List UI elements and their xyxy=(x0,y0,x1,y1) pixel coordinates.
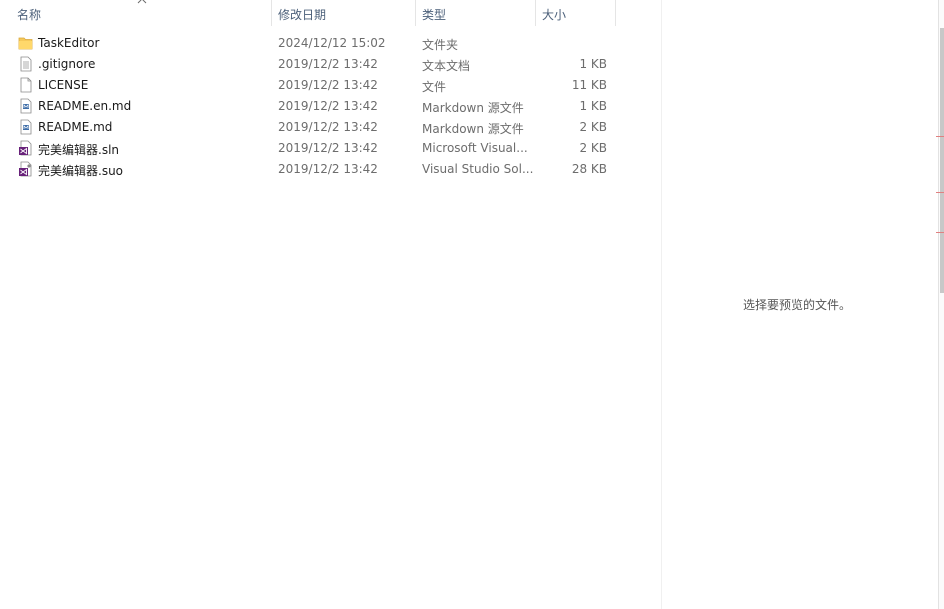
markdown-file-icon xyxy=(20,119,32,135)
file-modified: 2019/12/2 13:42 xyxy=(278,120,378,134)
file-size: 28 KB xyxy=(571,162,607,176)
file-size: 11 KB xyxy=(571,78,607,92)
file-modified: 2019/12/2 13:42 xyxy=(278,141,378,155)
file-name: .gitignore xyxy=(38,57,96,71)
column-header-type-label: 类型 xyxy=(422,8,447,22)
edge-marker xyxy=(936,232,944,233)
file-modified: 2019/12/2 13:42 xyxy=(278,99,378,113)
file-row[interactable]: README.md 2019/12/2 13:42 Markdown 源文件 2… xyxy=(0,117,661,138)
preview-pane: 选择要预览的文件。 xyxy=(662,0,938,609)
edge-marker xyxy=(936,192,944,193)
column-header-size-label: 大小 xyxy=(542,8,567,22)
file-modified: 2019/12/2 13:42 xyxy=(278,162,378,176)
file-row[interactable]: 完美编辑器.suo 2019/12/2 13:42 Visual Studio … xyxy=(0,159,661,180)
file-name: LICENSE xyxy=(38,78,89,92)
file-row[interactable]: README.en.md 2019/12/2 13:42 Markdown 源文… xyxy=(0,96,661,117)
file-row[interactable]: TaskEditor 2024/12/12 15:02 文件夹 xyxy=(0,33,661,54)
column-header-type[interactable]: 类型 xyxy=(416,0,535,26)
file-row[interactable]: LICENSE 2019/12/2 13:42 文件 11 KB xyxy=(0,75,661,96)
visual-studio-solution-icon xyxy=(19,140,32,156)
file-explorer-window: 名称 修改日期 类型 大小 TaskEditor 2024/12/12 15:0… xyxy=(0,0,944,609)
file-type: 文件 xyxy=(422,80,447,94)
text-file-icon xyxy=(20,56,32,72)
folder-icon xyxy=(18,37,33,50)
visual-studio-suo-icon xyxy=(19,161,32,177)
file-name: 完美编辑器.sln xyxy=(38,143,120,157)
preview-message: 选择要预览的文件。 xyxy=(742,298,851,312)
file-icon xyxy=(20,77,32,93)
scrollbar-thumb[interactable] xyxy=(940,28,944,293)
file-row[interactable]: 完美编辑器.sln 2019/12/2 13:42 Microsoft Visu… xyxy=(0,138,661,159)
column-header-name[interactable]: 名称 xyxy=(0,0,271,26)
file-type: 文件夹 xyxy=(422,38,459,52)
file-type: 文本文档 xyxy=(422,59,471,73)
file-row[interactable]: .gitignore 2019/12/2 13:42 文本文档 1 KB xyxy=(0,54,661,75)
file-name: README.en.md xyxy=(38,99,132,113)
file-modified: 2019/12/2 13:42 xyxy=(278,57,378,71)
column-header-modified[interactable]: 修改日期 xyxy=(272,0,415,26)
markdown-file-icon xyxy=(20,98,32,114)
file-modified: 2024/12/12 15:02 xyxy=(278,36,386,50)
column-header-size[interactable]: 大小 xyxy=(536,0,615,26)
file-size: 1 KB xyxy=(579,99,607,113)
column-divider[interactable] xyxy=(615,0,616,26)
file-size: 1 KB xyxy=(579,57,607,71)
column-header-modified-label: 修改日期 xyxy=(278,8,327,22)
file-list-pane: 名称 修改日期 类型 大小 TaskEditor 2024/12/12 15:0… xyxy=(0,0,661,609)
column-header-name-label: 名称 xyxy=(17,8,42,22)
file-size: 2 KB xyxy=(579,120,607,134)
file-type: Visual Studio Sol... xyxy=(422,162,534,176)
file-size: 2 KB xyxy=(579,141,607,155)
file-type: Markdown 源文件 xyxy=(422,101,524,115)
file-list: TaskEditor 2024/12/12 15:02 文件夹 .gitigno… xyxy=(0,33,661,180)
file-name: TaskEditor xyxy=(38,36,100,50)
edge-marker xyxy=(936,136,944,137)
file-type: Microsoft Visual... xyxy=(422,141,528,155)
file-name: README.md xyxy=(38,120,113,134)
file-type: Markdown 源文件 xyxy=(422,122,524,136)
file-modified: 2019/12/2 13:42 xyxy=(278,78,378,92)
file-name: 完美编辑器.suo xyxy=(38,164,124,178)
